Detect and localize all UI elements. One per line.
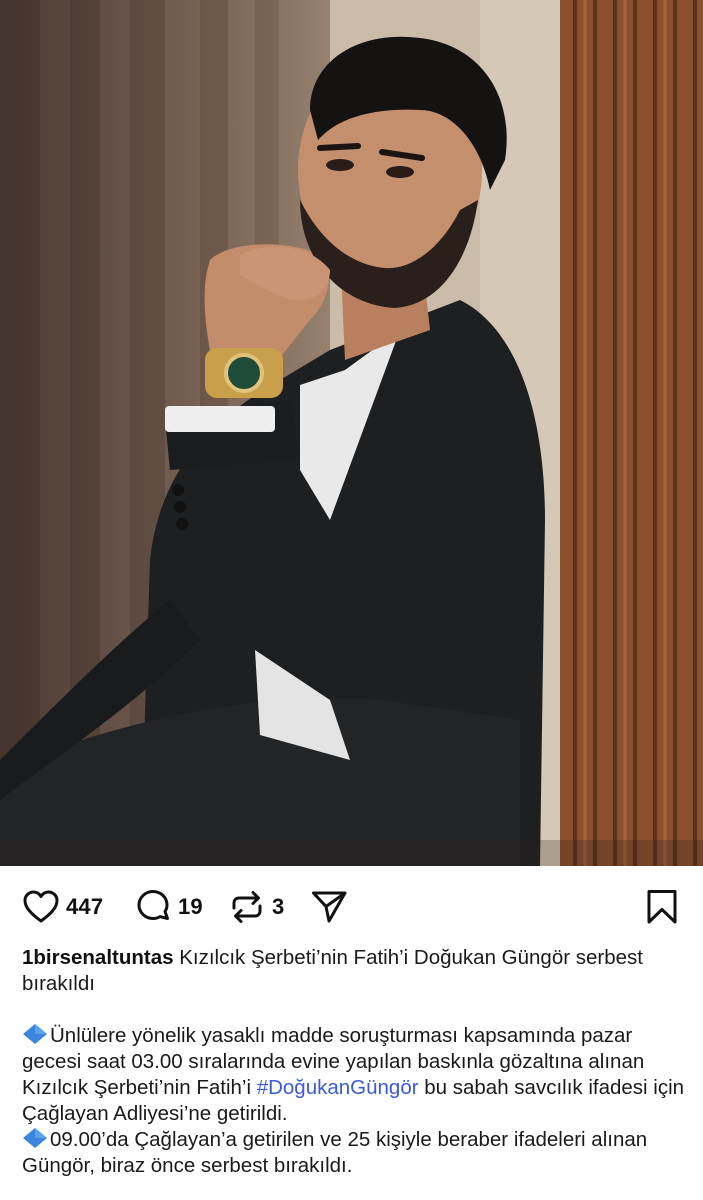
blue-diamond-icon	[23, 1024, 47, 1044]
post-caption: 1birsenaltuntas Kızılcık Şerbeti’nin Fat…	[22, 945, 687, 1179]
bookmark-icon	[647, 890, 677, 924]
caption-headline-line: 1birsenaltuntas Kızılcık Şerbeti’nin Fat…	[22, 945, 687, 997]
comment-count[interactable]: 19	[178, 894, 203, 920]
save-button[interactable]	[643, 888, 681, 926]
blue-diamond-icon	[23, 1128, 47, 1148]
repost-count[interactable]: 3	[272, 894, 284, 920]
post-image[interactable]	[0, 0, 703, 866]
like-count[interactable]: 447	[66, 894, 103, 920]
comment-bubble-icon	[137, 890, 169, 920]
caption-username[interactable]: 1birsenaltuntas	[22, 946, 174, 969]
send-icon	[312, 891, 347, 923]
caption-paragraph-2: 09.00’da Çağlayan’a getirilen ve 25 kişi…	[22, 1127, 687, 1179]
post-action-bar: 447 19 3	[0, 866, 703, 946]
repost-button[interactable]: 3	[228, 888, 284, 926]
share-button[interactable]	[310, 888, 348, 926]
comment-button[interactable]: 19	[134, 888, 203, 926]
post-photo-illustration	[0, 0, 703, 866]
caption-paragraph-1: Ünlülere yönelik yasaklı madde soruşturm…	[22, 1023, 687, 1127]
like-button[interactable]: 447	[22, 888, 103, 926]
hashtag-link[interactable]: #DoğukanGüngör	[257, 1076, 419, 1099]
paragraph-2-text: 09.00’da Çağlayan’a getirilen ve 25 kişi…	[22, 1128, 648, 1177]
heart-icon	[23, 890, 59, 923]
repost-icon	[232, 891, 262, 923]
